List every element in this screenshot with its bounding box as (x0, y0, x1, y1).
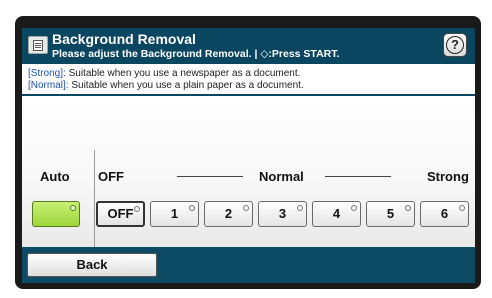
level-button-label: 3 (278, 206, 287, 221)
level-button-4[interactable]: 4 (312, 201, 361, 227)
indicator-led-icon (70, 205, 76, 211)
scale-normal-label: Normal (259, 169, 304, 184)
help-button[interactable]: ? (443, 33, 467, 57)
indicator-led-icon (297, 205, 303, 211)
level-button-label: 2 (224, 206, 233, 221)
level-button-2[interactable]: 2 (204, 201, 253, 227)
level-button-5[interactable]: 5 (366, 201, 415, 227)
level-button-label: 4 (332, 206, 341, 221)
level-button-3[interactable]: 3 (258, 201, 307, 227)
indicator-led-icon (189, 205, 195, 211)
indicator-led-icon (243, 205, 249, 211)
level-button-label: 6 (440, 206, 449, 221)
vertical-divider (94, 150, 95, 258)
footer-bar: Back (22, 247, 475, 283)
indicator-led-icon (405, 205, 411, 211)
indicator-led-icon (351, 205, 357, 211)
screen-title: Background Removal (52, 31, 196, 47)
level-button-6[interactable]: 6 (420, 201, 469, 227)
level-button-label: 5 (386, 206, 395, 221)
panel-screen: Background Removal Please adjust the Bac… (22, 28, 475, 283)
indicator-led-icon (134, 206, 140, 212)
document-icon (28, 36, 48, 54)
description-box: [Strong]: Suitable when you use a newspa… (22, 64, 475, 96)
level-button-1[interactable]: 1 (150, 201, 199, 227)
screen-instruction: Please adjust the Background Removal. | … (52, 48, 340, 60)
back-button[interactable]: Back (27, 253, 157, 277)
scale-line-right (325, 176, 391, 177)
level-button-label: OFF (107, 206, 134, 221)
normal-description: [Normal]: Suitable when you use a plain … (28, 80, 304, 91)
scale-line-left (177, 176, 243, 177)
auto-label: Auto (40, 169, 70, 184)
level-button-off[interactable]: OFF (96, 201, 145, 227)
scale-strong-label: Strong (427, 169, 469, 184)
help-icon: ? (446, 36, 464, 54)
indicator-led-icon (459, 205, 465, 211)
auto-button[interactable] (32, 201, 80, 227)
strong-description: [Strong]: Suitable when you use a newspa… (28, 68, 301, 79)
level-button-label: 1 (170, 206, 179, 221)
title-bar: Background Removal Please adjust the Bac… (22, 28, 475, 64)
scale-off-label: OFF (98, 169, 124, 184)
settings-area: Auto OFF Normal Strong OFF 1 2 3 4 5 6 (22, 96, 475, 258)
